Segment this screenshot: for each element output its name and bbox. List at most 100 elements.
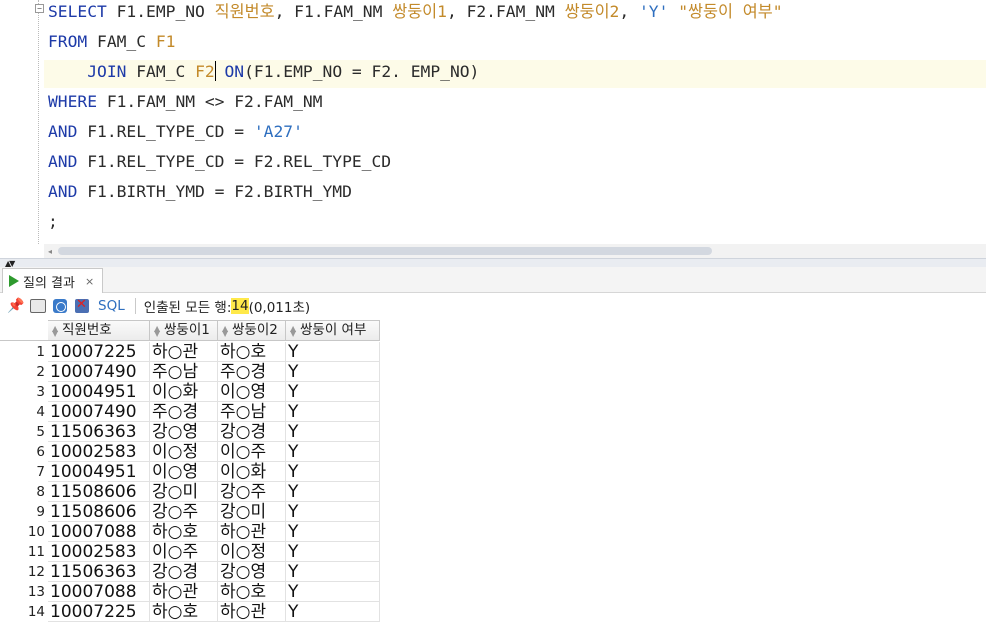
fold-toggle-icon[interactable]: − [35,4,44,13]
table-cell[interactable]: Y [286,362,380,382]
sql-editor[interactable]: − SELECT F1.EMP_NO 직원번호, F1.FAM_NM 쌍둥이1,… [0,0,986,244]
table-cell[interactable]: 이○정 [218,542,286,562]
table-cell[interactable]: 10004951 [48,382,150,402]
table-row[interactable]: 2 10007490 주○남 주○경 Y [0,362,380,382]
table-cell[interactable]: 11506363 [48,422,150,442]
table-cell[interactable]: 강○경 [150,562,218,582]
tab-query-result[interactable]: 질의 결과 × [2,268,104,293]
table-row[interactable]: 13 10007088 하○관 하○호 Y [0,582,380,602]
table-cell[interactable]: Y [286,462,380,482]
table-cell[interactable]: Y [286,342,380,362]
sql-button[interactable]: SQL [98,298,125,314]
table-cell[interactable]: 10004951 [48,462,150,482]
sort-icon[interactable]: ▲ ▼ [222,324,229,337]
table-row[interactable]: 6 10002583 이○정 이○주 Y [0,442,380,462]
table-cell[interactable]: 10007225 [48,602,150,622]
table-row[interactable]: 8 11508606 강○미 강○주 Y [0,482,380,502]
table-cell[interactable]: 10007490 [48,402,150,422]
table-cell[interactable]: 이○주 [150,542,218,562]
sort-icon[interactable]: ▲ ▼ [154,324,161,337]
table-cell[interactable]: 강○미 [150,482,218,502]
table-cell[interactable]: 강○미 [218,502,286,522]
table-cell[interactable]: 하○호 [218,582,286,602]
table-cell[interactable]: 11508606 [48,502,150,522]
pin-icon[interactable]: 📌 [7,298,24,314]
code-line[interactable]: WHERE F1.FAM_NM <> F2.FAM_NM [48,90,322,118]
table-cell[interactable]: 10002583 [48,442,150,462]
table-cell[interactable]: Y [286,602,380,622]
scrollbar-thumb[interactable] [58,247,712,255]
table-cell[interactable]: 이○정 [150,442,218,462]
scroll-left-icon[interactable]: ◂ [48,247,52,256]
table-cell[interactable]: Y [286,382,380,402]
table-cell[interactable]: 강○주 [218,482,286,502]
sort-icon[interactable]: ▲ ▼ [290,324,297,337]
table-cell[interactable]: Y [286,562,380,582]
code-line[interactable]: AND F1.BIRTH_YMD = F2.BIRTH_YMD [48,180,352,208]
table-cell[interactable]: 10007088 [48,582,150,602]
sql-token: ; [48,212,58,231]
table-cell[interactable]: Y [286,502,380,522]
table-cell[interactable]: Y [286,522,380,542]
code-line[interactable]: AND F1.REL_TYPE_CD = F2.REL_TYPE_CD [48,150,391,178]
table-cell[interactable]: 강○주 [150,502,218,522]
table-cell[interactable]: 10007225 [48,342,150,362]
table-cell[interactable]: 강○영 [150,422,218,442]
table-cell[interactable]: Y [286,582,380,602]
table-cell[interactable]: 강○경 [218,422,286,442]
table-cell[interactable]: 강○영 [218,562,286,582]
table-cell[interactable]: 이○화 [150,382,218,402]
table-row[interactable]: 3 10004951 이○화 이○영 Y [0,382,380,402]
table-cell[interactable]: 하○관 [218,522,286,542]
table-row[interactable]: 1 10007225 하○관 하○호 Y [0,342,380,362]
code-line[interactable]: SELECT F1.EMP_NO 직원번호, F1.FAM_NM 쌍둥이1, F… [48,0,783,28]
table-cell[interactable]: 10007490 [48,362,150,382]
table-cell[interactable]: 하○관 [218,602,286,622]
sort-icon[interactable]: ▲ ▼ [52,324,59,337]
print-button[interactable] [30,298,46,314]
table-cell[interactable]: 하○호 [150,602,218,622]
table-cell[interactable]: 이○영 [218,382,286,402]
table-cell[interactable]: 이○주 [218,442,286,462]
table-cell[interactable]: Y [286,422,380,442]
table-row[interactable]: 7 10004951 이○영 이○화 Y [0,462,380,482]
tab-close-icon[interactable]: × [85,275,94,288]
column-header[interactable]: ▲ ▼ 쌍둥이2 [218,320,286,341]
delete-button[interactable] [74,297,90,314]
table-row[interactable]: 14 10007225 하○호 하○관 Y [0,602,380,622]
table-cell[interactable]: Y [286,442,380,462]
refresh-button[interactable] [52,298,68,314]
table-row[interactable]: 4 10007490 주○경 주○남 Y [0,402,380,422]
table-cell[interactable]: 주○남 [150,362,218,382]
table-row[interactable]: 9 11508606 강○주 강○미 Y [0,502,380,522]
table-cell[interactable]: 10002583 [48,542,150,562]
table-cell[interactable]: 이○화 [218,462,286,482]
table-cell[interactable]: 하○관 [150,582,218,602]
table-cell[interactable]: 10007088 [48,522,150,542]
results-grid[interactable]: ▲ ▼ 직원번호 ▲ ▼ 쌍둥이1 ▲ ▼ 쌍둥이2 ▲ ▼ 쌍둥이 여부 1 10007225 하… [0,319,986,636]
table-cell[interactable]: 주○경 [218,362,286,382]
code-line[interactable]: ; [48,210,58,238]
table-cell[interactable]: Y [286,482,380,502]
code-line[interactable]: JOIN FAM_C F2 ON(F1.EMP_NO = F2. EMP_NO) [44,60,986,88]
table-cell[interactable]: 주○남 [218,402,286,422]
code-line[interactable]: FROM FAM_C F1 [48,30,175,58]
table-cell[interactable]: 하○호 [150,522,218,542]
table-row[interactable]: 11 10002583 이○주 이○정 Y [0,542,380,562]
table-row[interactable]: 12 11506363 강○경 강○영 Y [0,562,380,582]
table-cell[interactable]: 11508606 [48,482,150,502]
table-row[interactable]: 5 11506363 강○영 강○경 Y [0,422,380,442]
code-line[interactable]: AND F1.REL_TYPE_CD = 'A27' [48,120,303,148]
table-cell[interactable]: 주○경 [150,402,218,422]
column-header[interactable]: ▲ ▼ 쌍둥이1 [150,320,218,341]
editor-horizontal-scrollbar[interactable]: ◂ [44,244,986,258]
column-header[interactable]: ▲ ▼ 직원번호 [48,320,150,341]
table-cell[interactable]: 하○관 [150,342,218,362]
table-cell[interactable]: Y [286,542,380,562]
table-cell[interactable]: 11506363 [48,562,150,582]
table-row[interactable]: 10 10007088 하○호 하○관 Y [0,522,380,542]
table-cell[interactable]: 하○호 [218,342,286,362]
column-header[interactable]: ▲ ▼ 쌍둥이 여부 [286,320,380,341]
table-cell[interactable]: 이○영 [150,462,218,482]
table-cell[interactable]: Y [286,402,380,422]
